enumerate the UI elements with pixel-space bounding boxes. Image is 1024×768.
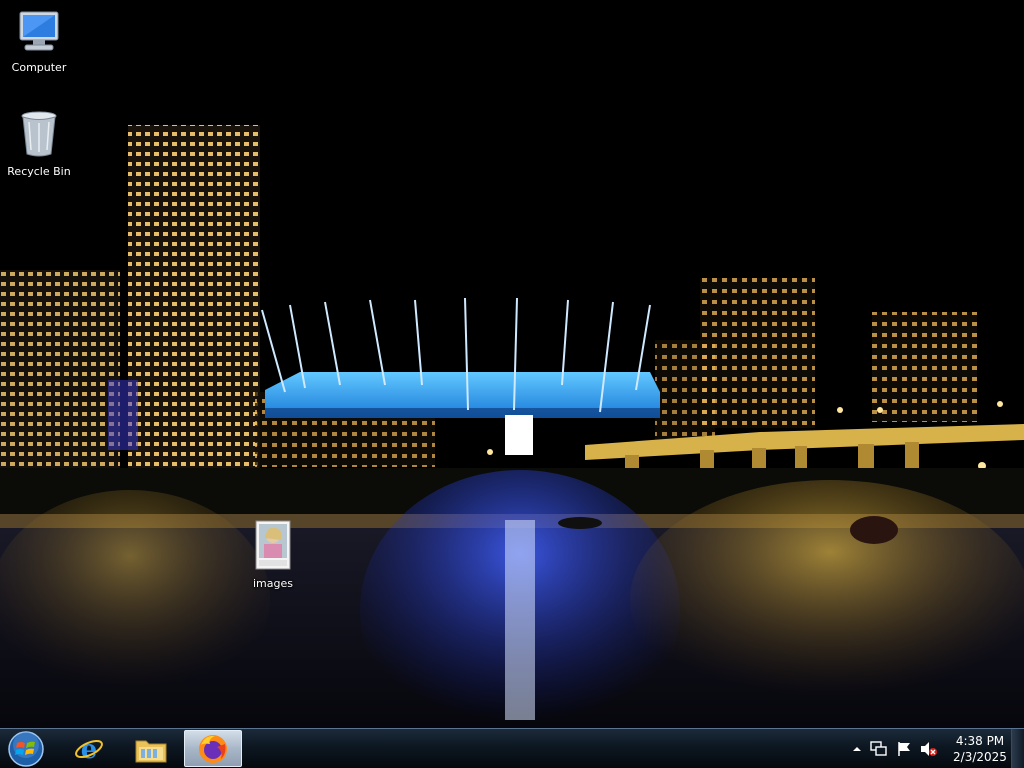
file-explorer-icon xyxy=(135,740,167,762)
recycle-bin-icon xyxy=(1,110,77,161)
show-hidden-icons-arrow[interactable] xyxy=(852,744,862,754)
internet-explorer-icon: e xyxy=(75,735,103,764)
system-tray: 4:38 PM 2/3/2025 xyxy=(852,729,1010,768)
desktop-wallpaper xyxy=(0,0,1024,728)
windows-logo-icon xyxy=(8,731,44,767)
computer-icon xyxy=(1,10,77,57)
taskbar-pinned-file-explorer[interactable] xyxy=(122,730,180,767)
clock-date: 2/3/2025 xyxy=(953,750,1007,764)
volume-muted-icon[interactable] xyxy=(920,741,938,757)
desktop-icon-label: images xyxy=(253,577,293,590)
taskbar: e 4:38 PM 2/3/2025 xyxy=(0,728,1024,768)
desktop[interactable]: Computer Recycle Bin images e 4:38 PM 2/… xyxy=(0,0,1024,768)
taskbar-pinned-firefox[interactable] xyxy=(184,730,242,767)
desktop-icon-computer[interactable]: Computer xyxy=(1,10,77,74)
image-file-icon xyxy=(235,520,311,573)
desktop-icon-label: Recycle Bin xyxy=(7,165,71,178)
clock[interactable]: 4:38 PM 2/3/2025 xyxy=(950,733,1010,765)
taskbar-pinned-internet-explorer[interactable]: e xyxy=(60,730,118,767)
network-icon[interactable] xyxy=(870,741,888,757)
clock-time: 4:38 PM xyxy=(955,734,1005,748)
firefox-icon xyxy=(199,734,227,763)
svg-text:e: e xyxy=(81,735,98,764)
start-button[interactable] xyxy=(6,730,46,768)
action-center-flag-icon[interactable] xyxy=(896,741,912,757)
show-desktop-button[interactable] xyxy=(1011,729,1024,768)
desktop-icon-images[interactable]: images xyxy=(235,520,311,590)
desktop-icon-recycle-bin[interactable]: Recycle Bin xyxy=(1,110,77,178)
desktop-icon-label: Computer xyxy=(11,61,67,74)
